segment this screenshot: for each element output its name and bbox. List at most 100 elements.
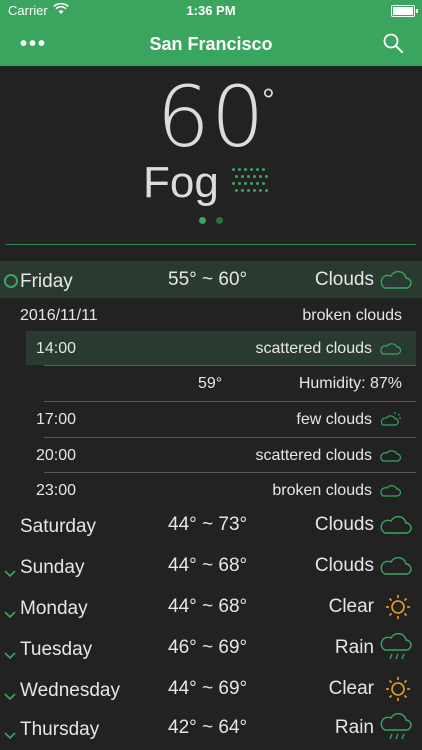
status-bar: Carrier 1:36 PM [0, 0, 422, 22]
day-label: Friday [20, 271, 73, 292]
temp-range: 42° ~ 64° [168, 717, 248, 738]
day-label: Tuesday [20, 639, 93, 660]
fog-dot [241, 175, 244, 178]
day-label: Saturday [20, 516, 97, 537]
hour-time: 23:00 [36, 482, 77, 499]
condition-label: Clouds [314, 555, 374, 576]
today-row[interactable]: Friday 55° ~ 60° Clouds [0, 261, 422, 298]
partly-cloudy-icon [378, 410, 402, 433]
hour-row[interactable]: 23:00 broken clouds [26, 473, 416, 507]
fog-dot [250, 182, 253, 185]
hour-divider [44, 365, 416, 366]
fog-dot [265, 189, 268, 192]
chevron-down-icon [4, 603, 16, 619]
cloud-icon [378, 553, 412, 579]
forecast-row-saturday[interactable]: Saturday 44° ~ 73° Clouds [0, 510, 422, 546]
rain-icon [378, 632, 412, 660]
hour-temp: 59° [198, 375, 223, 392]
degree-symbol: ° [262, 82, 275, 118]
hour-row[interactable]: 17:00 few clouds [26, 402, 416, 436]
fog-dot [262, 182, 265, 185]
forecast-row-tuesday[interactable]: Tuesday 46° ~ 69° Rain [0, 632, 422, 669]
hour-time: 14:00 [36, 340, 77, 357]
forecast-row-wednesday[interactable]: Wednesday 44° ~ 69° Clear [0, 674, 422, 710]
condition-label: Rain [334, 637, 374, 658]
day-label: Monday [20, 598, 88, 619]
fog-dot [247, 189, 250, 192]
hour-condition: broken clouds [272, 482, 372, 499]
temp-range: 44° ~ 73° [168, 514, 248, 535]
fog-dot [259, 189, 262, 192]
forecast-row-sunday[interactable]: Sunday 44° ~ 68° Clouds [0, 551, 422, 587]
fog-dot [232, 182, 235, 185]
page-dot [216, 217, 223, 224]
fog-dot [259, 175, 262, 178]
page-dot-active [199, 217, 206, 224]
radio-icon [4, 274, 18, 288]
condition-label: Clouds [314, 269, 374, 290]
fog-dot [253, 175, 256, 178]
fog-dot [241, 189, 244, 192]
hour-time: 20:00 [36, 447, 77, 464]
divider [6, 244, 416, 245]
current-temperature: 60 [156, 68, 266, 166]
page-indicator[interactable] [199, 217, 225, 225]
condition-label: Clouds [314, 514, 374, 535]
fog-dot [256, 182, 259, 185]
fog-dot [235, 175, 238, 178]
sun-icon [378, 593, 412, 619]
hour-condition: scattered clouds [255, 447, 372, 464]
chevron-down-icon [4, 644, 16, 660]
rain-icon [378, 712, 412, 740]
cloud-icon [378, 341, 402, 362]
summary-label: broken clouds [302, 307, 402, 324]
humidity-label: Humidity: 87% [298, 375, 402, 392]
chevron-down-icon [4, 724, 16, 740]
fog-dot [256, 168, 259, 171]
cloud-icon [378, 267, 412, 298]
search-icon[interactable] [382, 32, 404, 54]
hour-row-selected[interactable]: 14:00 scattered clouds [26, 331, 416, 365]
condition-label: Clear [328, 678, 374, 699]
condition-label: Rain [334, 717, 374, 738]
current-condition: Fog [143, 158, 219, 207]
city-title: San Francisco [149, 34, 273, 54]
chevron-down-icon [4, 562, 16, 578]
sun-icon [378, 675, 412, 701]
chevron-down-icon [4, 685, 16, 701]
cloud-icon [378, 448, 402, 469]
temp-range: 44° ~ 68° [168, 596, 248, 617]
cloud-icon [378, 483, 402, 504]
battery-icon [391, 5, 418, 17]
condition-label: Clear [328, 596, 374, 617]
hour-row[interactable]: 20:00 scattered clouds [26, 438, 416, 472]
fog-dot [265, 175, 268, 178]
day-label: Sunday [20, 557, 85, 578]
fog-dot [262, 168, 265, 171]
cloud-icon [378, 512, 412, 538]
fog-dot [232, 168, 235, 171]
forecast-row-monday[interactable]: Monday 44° ~ 68° Clear [0, 592, 422, 628]
fog-icon [232, 168, 268, 198]
temp-range: 44° ~ 69° [168, 678, 248, 699]
temp-range: 44° ~ 68° [168, 555, 248, 576]
hour-time: 17:00 [36, 411, 77, 428]
hour-condition: few clouds [296, 411, 372, 428]
nav-bar: ••• San Francisco [0, 22, 422, 66]
status-time: 1:36 PM [186, 3, 236, 18]
fog-dot [253, 189, 256, 192]
date-label: 2016/11/11 [20, 307, 98, 324]
fog-dot [244, 182, 247, 185]
fog-dot [244, 168, 247, 171]
day-label: Wednesday [20, 680, 120, 701]
forecast-row-thursday[interactable]: Thursday 42° ~ 64° Rain [0, 712, 422, 749]
fog-dot [250, 168, 253, 171]
temp-range: 46° ~ 69° [168, 637, 248, 658]
temp-range: 55° ~ 60° [168, 269, 248, 290]
fog-dot [247, 175, 250, 178]
fog-dot [238, 168, 241, 171]
fog-dot [238, 182, 241, 185]
day-label: Thursday [20, 719, 100, 740]
fog-dot [235, 189, 238, 192]
hour-condition: scattered clouds [255, 340, 372, 357]
